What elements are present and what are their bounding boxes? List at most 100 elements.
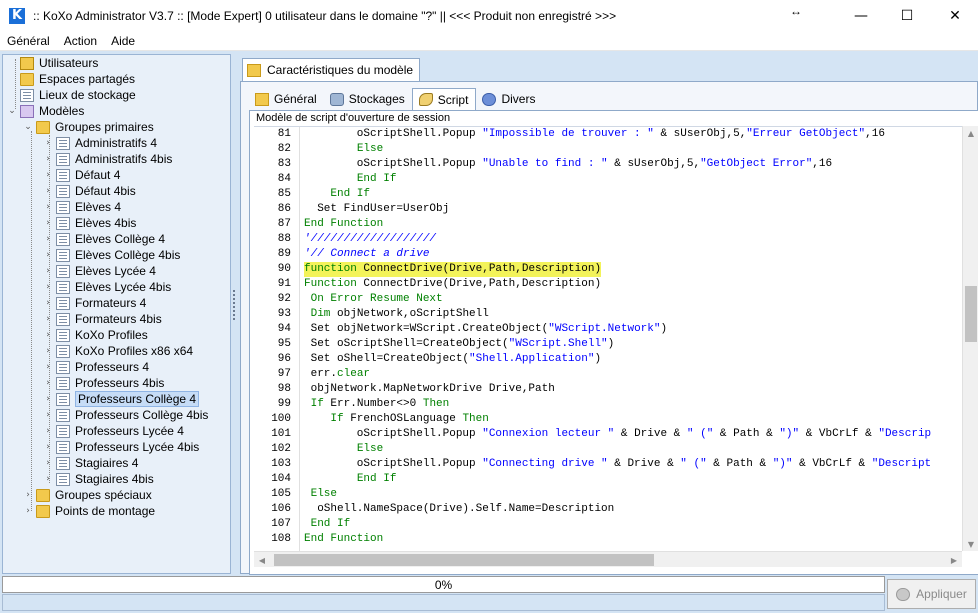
expand-chevron-icon[interactable]: › [43,215,53,231]
tree-item-defaut-4bis[interactable]: › Défaut 4bis [43,183,136,199]
code-line[interactable]: Set FindUser=UserObj [304,202,962,217]
expand-chevron-icon[interactable]: › [43,295,53,311]
code-line[interactable]: oScriptShell.Popup "Connexion lecteur " … [304,427,962,442]
expand-chevron-icon[interactable]: › [43,311,53,327]
expand-chevron-icon[interactable]: › [43,359,53,375]
tree-item-administratifs-4[interactable]: › Administratifs 4 [43,135,157,151]
script-editor[interactable]: 81 82 83 84 85 86 87 88 89 90 91 92 93 94 95 96 97 98 99 10… [254,126,962,551]
code-line[interactable]: End If [304,472,962,487]
menu-aide[interactable]: Aide [104,34,142,48]
expand-chevron-icon[interactable]: › [43,199,53,215]
tree-item-espaces-partages[interactable]: Espaces partagés [7,71,135,87]
code-line[interactable]: Set oShell=CreateObject("Shell.Applicati… [304,352,962,367]
expand-chevron-icon[interactable]: › [43,231,53,247]
tab-general[interactable]: Général [249,88,324,110]
tree-item-koxo-profiles[interactable]: › KoXo Profiles [43,327,148,343]
close-button[interactable]: ✕ [932,0,978,31]
code-line[interactable]: oScriptShell.Popup "Unable to find : " &… [304,157,962,172]
expand-chevron-icon[interactable]: › [23,503,33,519]
expand-chevron-icon[interactable]: › [43,151,53,167]
navigation-tree[interactable]: Utilisateurs Espaces partagés Lieux de sto… [2,54,231,574]
tree-item-professeurs-4[interactable]: › Professeurs 4 [43,359,149,375]
expand-chevron-icon[interactable]: › [43,327,53,343]
tree-item-modeles[interactable]: ⌄ Modèles [7,103,84,119]
tree-item-eleves-college-4[interactable]: › Elèves Collège 4 [43,231,165,247]
tree-item-stagiaires-4[interactable]: › Stagiaires 4 [43,455,138,471]
tree-item-eleves-4bis[interactable]: › Elèves 4bis [43,215,136,231]
code-line[interactable]: Else [304,142,962,157]
tree-item-eleves-lycee-4[interactable]: › Elèves Lycée 4 [43,263,156,279]
code-line[interactable]: End If [304,187,962,202]
menu-general[interactable]: Général [0,34,57,48]
scroll-right-icon[interactable]: ▶ [946,552,962,568]
code-line[interactable]: If Err.Number<>0 Then [304,397,962,412]
code-line[interactable]: oScriptShell.Popup "Impossible de trouve… [304,127,962,142]
tree-item-utilisateurs[interactable]: Utilisateurs [7,55,98,71]
tree-item-formateurs-4bis[interactable]: › Formateurs 4bis [43,311,162,327]
tree-item-professeurs-college-4bis[interactable]: › Professeurs Collège 4bis [43,407,208,423]
code-line[interactable]: Dim objNetwork,oScriptShell [304,307,962,322]
code-line[interactable]: Function ConnectDrive(Drive,Path,Descrip… [304,277,962,292]
expand-chevron-icon[interactable]: › [43,455,53,471]
script-code[interactable]: oScriptShell.Popup "Impossible de trouve… [304,127,962,551]
vertical-scroll-thumb[interactable] [965,286,977,342]
tree-item-stagiaires-4bis[interactable]: › Stagiaires 4bis [43,471,154,487]
code-line[interactable]: End If [304,172,962,187]
expand-chevron-icon[interactable]: › [43,135,53,151]
expand-chevron-icon[interactable]: › [43,407,53,423]
horizontal-scrollbar[interactable]: ◀ ▶ [254,551,962,567]
menu-action[interactable]: Action [57,34,104,48]
tab-divers[interactable]: Divers [476,88,542,110]
code-line[interactable]: If FrenchOSLanguage Then [304,412,962,427]
tree-item-koxo-profiles-x86-x64[interactable]: › KoXo Profiles x86 x64 [43,343,193,359]
code-line[interactable]: function ConnectDrive(Drive,Path,Descrip… [304,262,962,277]
expand-chevron-icon[interactable]: › [43,375,53,391]
code-line[interactable]: oScriptShell.Popup "Connecting drive " &… [304,457,962,472]
tree-item-professeurs-college-4[interactable]: › Professeurs Collège 4 [43,391,200,407]
expand-chevron-icon[interactable]: › [43,423,53,439]
expand-chevron-icon[interactable]: › [23,487,33,503]
code-line[interactable]: Set objNetwork=WScript.CreateObject("WSc… [304,322,962,337]
tree-item-groupes-speciaux[interactable]: › Groupes spéciaux [23,487,152,503]
expand-chevron-icon[interactable]: › [43,167,53,183]
code-line[interactable]: End Function [304,217,962,232]
expand-chevron-icon[interactable]: › [43,343,53,359]
tree-item-administratifs-4bis[interactable]: › Administratifs 4bis [43,151,172,167]
vertical-scrollbar[interactable]: ▲ ▼ [962,126,978,551]
collapse-chevron-icon[interactable]: ⌄ [7,103,17,119]
code-line[interactable]: err.clear [304,367,962,382]
code-line[interactable]: oShell.NameSpace(Drive).Self.Name=Descri… [304,502,962,517]
expand-chevron-icon[interactable]: › [43,471,53,487]
tree-item-groupes-primaires[interactable]: ⌄ Groupes primaires [23,119,153,135]
collapse-chevron-icon[interactable]: ⌄ [23,119,33,135]
tree-item-professeurs-lycee-4bis[interactable]: › Professeurs Lycée 4bis [43,439,199,455]
maximize-button[interactable]: ☐ [884,0,930,31]
code-line[interactable]: On Error Resume Next [304,292,962,307]
code-line[interactable]: End If [304,517,962,532]
scroll-up-icon[interactable]: ▲ [963,126,978,140]
expand-chevron-icon[interactable]: › [43,439,53,455]
code-line[interactable]: '// Connect a drive [304,247,962,262]
expand-chevron-icon[interactable]: › [43,391,53,407]
code-line[interactable]: End Function [304,532,962,547]
tab-storages[interactable]: Stockages [324,88,412,110]
code-line[interactable]: Set oScriptShell=CreateObject("WScript.S… [304,337,962,352]
expand-chevron-icon[interactable]: › [43,183,53,199]
tree-item-eleves-4[interactable]: › Elèves 4 [43,199,121,215]
minimize-button[interactable]: — [838,0,884,31]
code-line[interactable]: objNetwork.MapNetworkDrive Drive,Path [304,382,962,397]
expand-chevron-icon[interactable]: › [43,263,53,279]
code-line[interactable]: '/////////////////// [304,232,962,247]
tree-item-eleves-lycee-4bis[interactable]: › Elèves Lycée 4bis [43,279,171,295]
code-line[interactable]: Else [304,442,962,457]
tree-item-formateurs-4[interactable]: › Formateurs 4 [43,295,146,311]
expand-chevron-icon[interactable]: › [43,247,53,263]
scroll-left-icon[interactable]: ◀ [254,552,270,568]
tab-model-characteristics[interactable]: Caractéristiques du modèle [242,58,421,81]
horizontal-scroll-thumb[interactable] [274,554,654,566]
tree-item-lieux-de-stockage[interactable]: Lieux de stockage [7,87,136,103]
tree-item-professeurs-4bis[interactable]: › Professeurs 4bis [43,375,164,391]
scroll-down-icon[interactable]: ▼ [963,537,978,551]
code-line[interactable]: Else [304,487,962,502]
tree-item-defaut-4[interactable]: › Défaut 4 [43,167,120,183]
